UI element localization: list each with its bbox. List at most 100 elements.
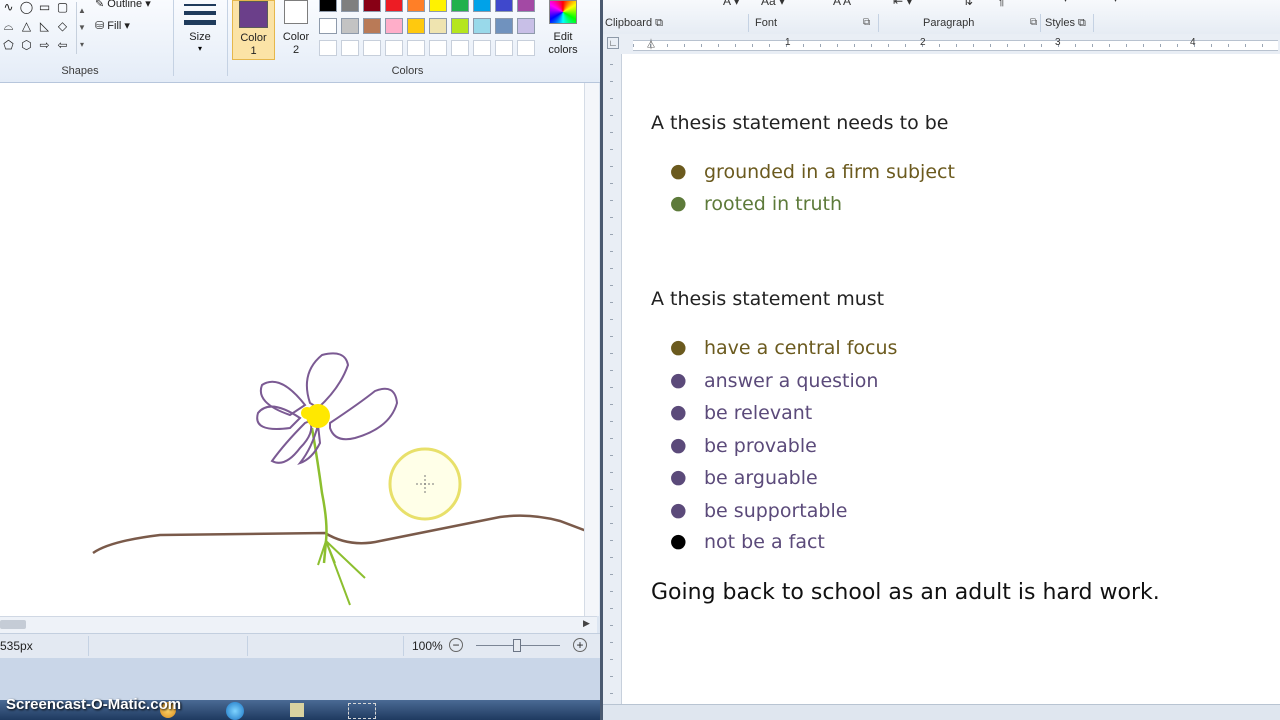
grow-font-icon[interactable]: A A: [833, 0, 851, 8]
palette-swatch[interactable]: [341, 0, 359, 12]
zoom-out-icon[interactable]: −: [449, 638, 463, 652]
shapes-gallery[interactable]: ∿ ◯ ▭ ▢ ⌓ △ ◺ ◇ ⬠ ⬡ ⇨ ⇦ ▲ ▼ ▾: [0, 0, 86, 56]
horizontal-ruler[interactable]: ∟ ⏃ 1 2 3 4: [603, 34, 1280, 55]
polygon-shape-icon[interactable]: ⌓: [0, 19, 17, 33]
zoom-slider-thumb[interactable]: [513, 639, 521, 652]
palette-swatch[interactable]: [495, 18, 513, 34]
palette-swatch[interactable]: [495, 0, 513, 12]
ie-icon[interactable]: [226, 702, 244, 720]
paragraph-mark-icon[interactable]: ¶: [998, 0, 1004, 8]
custom-color-slot[interactable]: [473, 40, 491, 56]
indent-icon[interactable]: ⇤ ▾: [893, 0, 912, 8]
palette-swatch[interactable]: [473, 0, 491, 12]
palette-swatch[interactable]: [473, 18, 491, 34]
palette-swatch[interactable]: [407, 0, 425, 12]
bullet-icon: ●: [670, 466, 687, 488]
palette-swatch[interactable]: [429, 0, 447, 12]
watermark: Screencast-O-Matic.com: [6, 696, 182, 713]
outline-button[interactable]: ✎ Outline ▾: [95, 0, 151, 10]
palette-swatch[interactable]: [319, 18, 337, 34]
arrow-right-shape-icon[interactable]: ⇨: [36, 38, 53, 52]
palette-swatch[interactable]: [341, 18, 359, 34]
list-item: ● be arguable: [670, 466, 818, 489]
custom-color-slot[interactable]: [319, 40, 337, 56]
custom-color-slot[interactable]: [429, 40, 447, 56]
bullet-icon: ●: [670, 192, 687, 214]
custom-color-slot[interactable]: [363, 40, 381, 56]
ruler-mark: 4: [1190, 37, 1196, 48]
edit-colors-button[interactable]: Edit colors: [544, 0, 582, 60]
paint-window: ∿ ◯ ▭ ▢ ⌓ △ ◺ ◇ ⬠ ⬡ ⇨ ⇦ ▲ ▼ ▾ ✎ Outline ▾ …: [0, 0, 600, 720]
flower-stem: [310, 427, 328, 564]
zoom-in-icon[interactable]: +: [573, 638, 587, 652]
palette-swatch[interactable]: [451, 0, 469, 12]
folder-icon[interactable]: [290, 703, 304, 717]
palette-swatch[interactable]: [385, 18, 403, 34]
fill-button[interactable]: ⛁ Fill ▾: [95, 19, 130, 32]
document-page[interactable]: A thesis statement needs to be ● grounde…: [622, 54, 1280, 704]
diamond-shape-icon[interactable]: ◇: [54, 19, 71, 33]
custom-color-slot[interactable]: [495, 40, 513, 56]
vertical-ruler[interactable]: [603, 54, 622, 704]
shapes-scroll[interactable]: ▲ ▼ ▾: [76, 2, 87, 54]
custom-color-slot[interactable]: [385, 40, 403, 56]
palette-swatch[interactable]: [407, 18, 425, 34]
custom-color-slot[interactable]: [451, 40, 469, 56]
chevron-down-icon: ▾: [197, 44, 202, 53]
list-item: ● be provable: [670, 434, 817, 457]
size-button[interactable]: Size ▾: [182, 0, 218, 58]
color2-button[interactable]: Color 2: [277, 0, 315, 60]
custom-color-slot[interactable]: [517, 40, 535, 56]
font-dialog-launcher-icon[interactable]: ⧉: [863, 17, 870, 28]
heading-thesis-needs: A thesis statement needs to be: [651, 112, 949, 134]
hexagon-shape-icon[interactable]: ⬡: [18, 38, 35, 52]
paint-taskbar-icon[interactable]: [348, 703, 376, 719]
palette-swatch[interactable]: [363, 18, 381, 34]
list-item: ● grounded in a firm subject: [670, 160, 955, 183]
zoom-level: 100%: [412, 639, 443, 653]
custom-color-slot[interactable]: [341, 40, 359, 56]
palette-swatch[interactable]: [517, 18, 535, 34]
clipboard-group-label: Clipboard ⧉: [605, 17, 664, 29]
curve-shape-icon[interactable]: ∿: [0, 0, 17, 14]
tab-selector-icon[interactable]: ∟: [607, 37, 619, 49]
scroll-right-icon[interactable]: ▶: [583, 618, 590, 629]
color1-button[interactable]: Color 1: [232, 0, 275, 60]
canvas-horizontal-scrollbar[interactable]: ▶: [0, 616, 597, 633]
rounded-rect-shape-icon[interactable]: ▢: [54, 0, 71, 14]
palette-swatch[interactable]: [319, 0, 337, 12]
paragraph-dialog-launcher-icon[interactable]: ⧉: [1030, 17, 1037, 28]
color1-swatch: [239, 1, 268, 28]
font-size-icon[interactable]: Aa ▾: [761, 0, 785, 8]
color-wheel-icon: [549, 0, 577, 24]
scroll-thumb[interactable]: [0, 620, 26, 629]
drawing-canvas[interactable]: [0, 83, 598, 616]
pentagon-shape-icon[interactable]: ⬠: [0, 38, 17, 52]
palette-swatch[interactable]: [385, 0, 403, 12]
colors-group-label: Colors: [391, 65, 424, 77]
sort-icon[interactable]: ⇅: [963, 0, 973, 8]
styles-dropdown-icon[interactable]: ▾: [1063, 0, 1068, 5]
font-color-icon[interactable]: A ▾: [723, 0, 740, 8]
triangle-shape-icon[interactable]: △: [18, 19, 35, 33]
word-ribbon: A ▾ Aa ▾ A A ⇤ ▾ ⇅ ¶ ▾ ▾ Clipboard ⧉ Fon…: [603, 0, 1280, 35]
custom-color-slot[interactable]: [407, 40, 425, 56]
oval-shape-icon[interactable]: ◯: [18, 0, 35, 14]
right-triangle-shape-icon[interactable]: ◺: [36, 19, 53, 33]
canvas-drawing: [92, 352, 598, 606]
rectangle-shape-icon[interactable]: ▭: [36, 0, 53, 14]
bullet-icon: ●: [670, 160, 687, 182]
palette-swatch[interactable]: [517, 0, 535, 12]
arrow-left-shape-icon[interactable]: ⇦: [54, 38, 71, 52]
list-item: ● be supportable: [670, 499, 848, 522]
bullet-icon: ●: [670, 336, 687, 358]
ruler-mark: 1: [785, 37, 791, 48]
palette-swatch[interactable]: [451, 18, 469, 34]
canvas-size-readout: 535px: [0, 639, 33, 653]
palette-swatch[interactable]: [363, 0, 381, 12]
heading-thesis-must: A thesis statement must: [651, 288, 885, 310]
ribbon-dropdown-icon[interactable]: ▾: [1113, 0, 1118, 5]
indent-marker-icon[interactable]: ⏃: [646, 36, 656, 51]
palette-swatch[interactable]: [429, 18, 447, 34]
canvas-vertical-scrollbar[interactable]: [584, 83, 599, 616]
